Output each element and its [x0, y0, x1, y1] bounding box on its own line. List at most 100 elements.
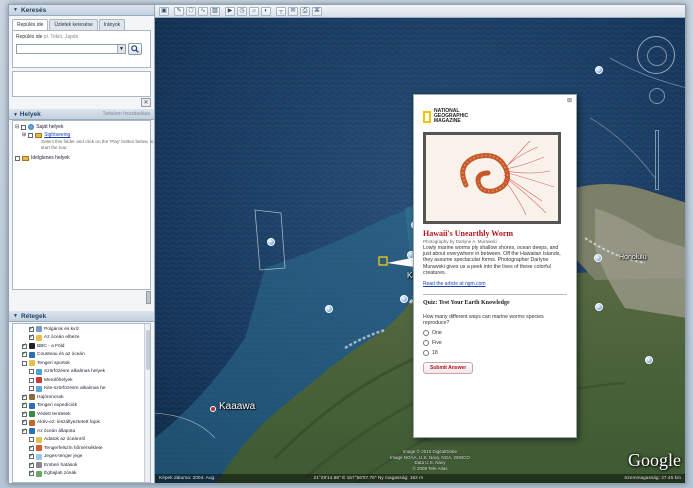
layers-panel-header[interactable]: ▼ Rétegek [9, 311, 154, 322]
layer-marker-icon[interactable] [267, 238, 275, 246]
layer-checkbox[interactable] [22, 410, 27, 417]
balloon-close-icon[interactable]: ⊠ [567, 97, 572, 104]
search-button[interactable] [128, 43, 142, 55]
map-label-kaaawa[interactable]: Kaaawa [219, 401, 255, 412]
layer-item[interactable]: Cousteau és az óceán [15, 350, 148, 360]
collapse-triangle-icon[interactable]: ▼ [13, 7, 18, 13]
layer-item[interactable]: Védett területek [15, 410, 148, 419]
layer-item[interactable]: Aktív-ez: leszállyeztetett fajok [15, 418, 148, 428]
zoom-slider[interactable] [655, 130, 659, 190]
checkbox[interactable] [15, 155, 20, 161]
layer-item[interactable]: Merülőhelyek [15, 376, 148, 385]
layer-marker-icon[interactable] [595, 303, 603, 311]
path-icon[interactable]: ∿ [198, 6, 208, 16]
balloon-body: Lowly marine worms ply shallow shores, o… [423, 245, 561, 276]
email-icon[interactable]: ✉ [288, 6, 298, 16]
tree-item-temporary-places[interactable]: Ideiglenes helyek [15, 154, 148, 162]
layer-checkbox[interactable] [29, 325, 34, 332]
radio-button[interactable] [423, 350, 429, 357]
layer-checkbox[interactable] [29, 437, 34, 443]
layer-checkbox[interactable] [22, 360, 27, 366]
checkbox[interactable] [28, 132, 34, 138]
layer-checkbox[interactable] [29, 333, 34, 341]
layer-item[interactable]: Szörfözésre alkalmas helyek [15, 368, 148, 377]
layer-item[interactable]: Adatok az óceánról [15, 436, 148, 445]
layer-checkbox[interactable] [29, 469, 34, 477]
layer-label: Merülőhelyek [44, 377, 73, 383]
layer-item[interactable]: Az óceán elbeze [15, 333, 148, 343]
layer-checkbox[interactable] [29, 452, 34, 460]
layer-item[interactable]: Tengeri sportok [15, 359, 148, 368]
layer-item[interactable]: Az óceán állapota [15, 427, 148, 436]
expand-icon[interactable]: ⊞ [22, 132, 26, 138]
sidebar-toggle-icon[interactable]: ▣ [159, 6, 169, 16]
layer-checkbox[interactable] [22, 342, 27, 349]
tree-item-sightseeing[interactable]: ⊞ Sightseeing [15, 131, 148, 139]
layer-marker-icon[interactable] [645, 356, 653, 364]
places-panel-header[interactable]: ▼ Helyek Tartalom hozzáadása [9, 109, 154, 120]
layer-marker-icon[interactable] [325, 305, 333, 313]
place-pin[interactable] [210, 406, 216, 412]
tour-icon[interactable]: ▶ [225, 6, 235, 16]
layer-checkbox[interactable] [29, 461, 34, 468]
layer-marker-icon[interactable] [400, 295, 408, 303]
layer-checkbox[interactable] [22, 350, 27, 358]
scrollbar-thumb[interactable] [146, 330, 150, 370]
quiz-option[interactable]: 18 [423, 350, 567, 357]
layer-checkbox[interactable] [29, 386, 34, 392]
layer-checkbox[interactable] [29, 444, 34, 451]
tab-directions[interactable]: Irányok [98, 19, 126, 30]
layer-checkbox[interactable] [22, 418, 27, 426]
layer-item[interactable]: Tengeri expedíciók [15, 401, 148, 411]
tab-fly-to[interactable]: Repülés ide [12, 19, 49, 30]
expand-icon[interactable]: ⊟ [15, 124, 19, 130]
tree-item-my-places[interactable]: ⊟ Saját helyek [15, 123, 148, 131]
layer-item[interactable]: Hajóroncsok [15, 393, 148, 402]
layer-checkbox[interactable] [29, 369, 34, 375]
layer-item[interactable]: Kite-szörfözésre alkalmas he [15, 385, 148, 394]
radio-button[interactable] [423, 340, 429, 347]
quiz-option[interactable]: Five [423, 340, 567, 347]
print-icon[interactable]: ⎙ [300, 6, 310, 16]
dropdown-icon[interactable]: ▼ [117, 45, 125, 53]
collapse-triangle-icon[interactable]: ▼ [13, 313, 18, 319]
layer-item[interactable]: BBC - a Föld [15, 342, 148, 351]
layer-item[interactable]: Tengerfelszín hőmérséklete [15, 444, 148, 453]
layers-scrollbar[interactable] [144, 324, 150, 482]
radio-button[interactable] [423, 330, 429, 337]
placemark-icon[interactable]: ✎ [174, 6, 184, 16]
sun-icon[interactable]: ☼ [249, 6, 259, 16]
tab-find-businesses[interactable]: Üzletek keresése [49, 19, 98, 30]
image-overlay-icon[interactable]: ▨ [210, 6, 220, 16]
maps-icon[interactable]: ⌘ [312, 6, 322, 16]
panel-resize-handle[interactable] [9, 290, 154, 304]
layer-checkbox[interactable] [22, 401, 27, 409]
layer-item[interactable]: Éghajlati zónák [15, 469, 148, 479]
layer-item[interactable]: Emberi hatások [15, 461, 148, 470]
collapse-triangle-icon[interactable]: ▼ [13, 112, 18, 118]
map-toolbar: ▣ ✎ ⬠ ∿ ▨ ▶ ◷ ☼ ◐ ┬ ✉ ⎙ ⌘ [155, 5, 685, 18]
layer-marker-icon[interactable] [594, 254, 602, 262]
quiz-option[interactable]: One [423, 330, 567, 337]
historical-imagery-icon[interactable]: ◷ [237, 6, 247, 16]
add-content-link[interactable]: Tartalom hozzáadása [102, 111, 150, 117]
layer-item[interactable]: Polgárok és kvíz [15, 325, 148, 334]
layer-checkbox[interactable] [22, 393, 27, 400]
layer-checkbox[interactable] [22, 427, 27, 434]
ruler-icon[interactable]: ┬ [276, 6, 286, 16]
submit-answer-button[interactable]: Submit Answer [423, 362, 474, 375]
planets-icon[interactable]: ◐ [261, 6, 271, 16]
layer-marker-icon[interactable] [595, 66, 603, 74]
search-input[interactable]: ▼ [16, 44, 126, 54]
checkbox[interactable] [21, 124, 27, 130]
search-panel-header[interactable]: ▼ Keresés [9, 5, 154, 16]
close-icon[interactable]: ✕ [141, 98, 151, 107]
article-link[interactable]: Read the article at ngm.com [423, 281, 567, 287]
map-label-honolulu[interactable]: Honolulu [619, 254, 647, 261]
layer-item[interactable]: Jeges-tenger jege [15, 452, 148, 462]
navigation-move-control[interactable] [649, 88, 665, 104]
layer-checkbox[interactable] [29, 377, 34, 383]
tree-item-label[interactable]: Sightseeing [44, 132, 70, 138]
polygon-icon[interactable]: ⬠ [186, 6, 196, 16]
navigation-look-control[interactable] [637, 36, 675, 74]
